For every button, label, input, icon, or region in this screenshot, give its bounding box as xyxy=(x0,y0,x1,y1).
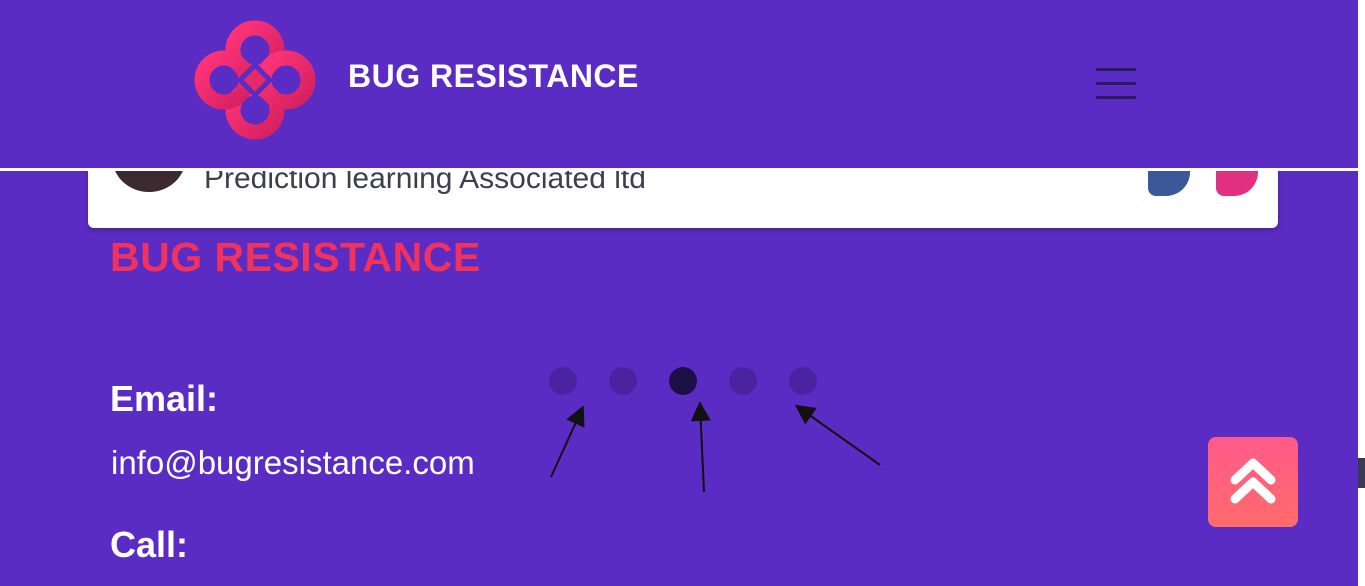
brand-name[interactable]: BUG RESISTANCE xyxy=(348,58,639,95)
carousel-dot-1[interactable] xyxy=(549,367,577,395)
carousel-dot-5[interactable] xyxy=(789,367,817,395)
arrow-to-dot-3 xyxy=(690,401,711,493)
arrow-to-dot-1 xyxy=(550,405,585,478)
company-name: BUG RESISTANCE xyxy=(110,234,481,280)
call-label: Call: xyxy=(110,524,189,565)
scroll-to-top-button[interactable] xyxy=(1208,437,1298,527)
carousel-dots xyxy=(549,367,829,397)
four-loop-knot-logo[interactable] xyxy=(192,20,318,140)
email-label: Email: xyxy=(110,378,219,419)
arrow-to-dot-5 xyxy=(794,404,881,466)
carousel-dot-4[interactable] xyxy=(729,367,757,395)
double-chevron-up-icon xyxy=(1230,458,1276,504)
annotation-arrows xyxy=(550,401,881,493)
carousel-dot-2[interactable] xyxy=(609,367,637,395)
hamburger-menu-icon[interactable] xyxy=(1096,68,1138,102)
carousel-dot-3[interactable] xyxy=(669,367,697,395)
scrollbar-track[interactable] xyxy=(1358,0,1365,586)
header-divider xyxy=(0,168,1358,171)
scrollbar-thumb[interactable] xyxy=(1358,458,1365,488)
email-link[interactable]: info@bugresistance.com xyxy=(111,444,475,482)
site-header: BUG RESISTANCE xyxy=(0,0,1358,168)
